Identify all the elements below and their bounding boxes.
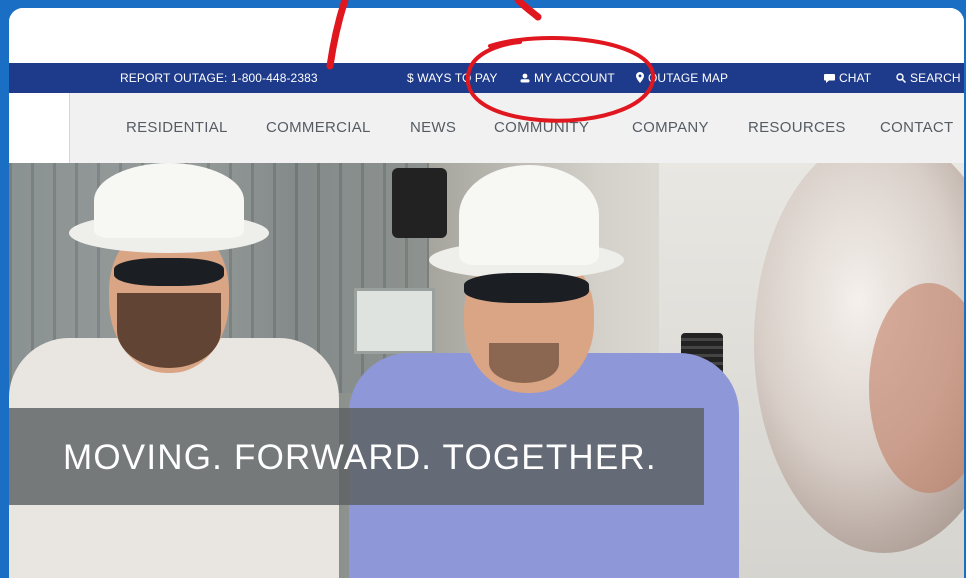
search-icon [896,73,907,84]
utility-bar: REPORT OUTAGE: 1-800-448-2383 $ WAYS TO … [9,63,964,93]
chat-icon [824,74,835,83]
chat-label: CHAT [839,71,872,85]
nav-community[interactable]: COMMUNITY [494,119,589,136]
search-label: SEARCH [910,71,961,85]
chat-link[interactable]: CHAT [824,71,871,85]
ways-to-pay-link[interactable]: $ WAYS TO PAY [407,71,497,85]
user-icon [520,73,530,83]
outage-map-link[interactable]: OUTAGE MAP [636,71,728,85]
outage-map-label: OUTAGE MAP [648,71,729,85]
nav-commercial[interactable]: COMMERCIAL [266,119,371,136]
map-pin-icon [636,72,644,83]
browser-frame: REPORT OUTAGE: 1-800-448-2383 $ WAYS TO … [9,8,964,578]
logo-area[interactable] [9,93,70,163]
search-link[interactable]: SEARCH [896,71,961,85]
my-account-link[interactable]: MY ACCOUNT [520,71,615,85]
top-whitespace [9,8,964,63]
nav-residential[interactable]: RESIDENTIAL [126,119,228,136]
hero-banner: MOVING. FORWARD. TOGETHER. [9,163,964,578]
background-window [354,288,435,354]
report-outage-link[interactable]: REPORT OUTAGE: 1-800-448-2383 [120,71,318,85]
nav-company[interactable]: COMPANY [632,119,709,136]
truck-mirror [392,168,447,238]
nav-news[interactable]: NEWS [410,119,456,136]
main-nav: RESIDENTIAL COMMERCIAL NEWS COMMUNITY CO… [9,93,964,163]
tagline-text: MOVING. FORWARD. TOGETHER. [63,438,657,477]
my-account-label: MY ACCOUNT [534,71,615,85]
nav-resources[interactable]: RESOURCES [748,119,846,136]
tagline-banner: MOVING. FORWARD. TOGETHER. [9,408,704,505]
nav-contact[interactable]: CONTACT [880,119,953,136]
